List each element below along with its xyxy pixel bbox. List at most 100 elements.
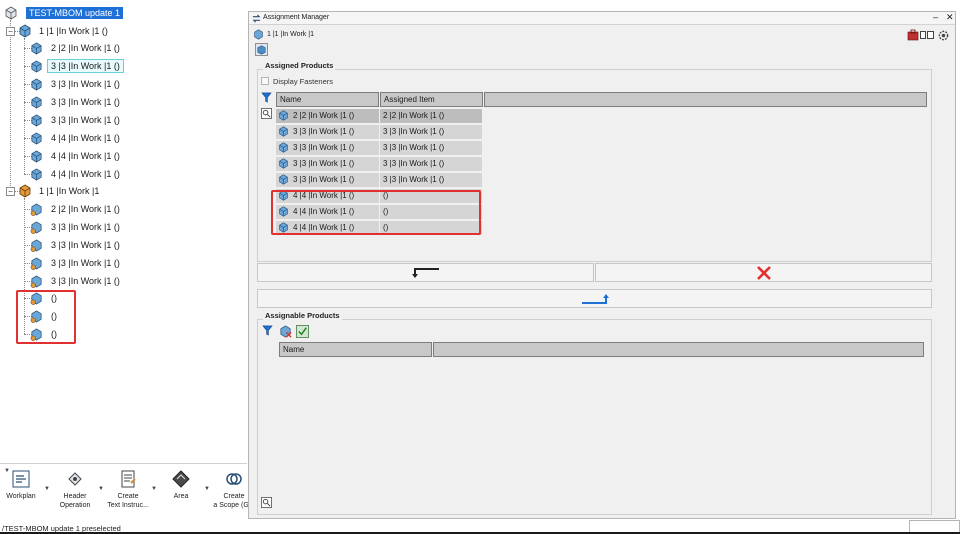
toolbar-area-button[interactable]: Area (162, 470, 200, 501)
tree-item-label: 3 |3 |In Work |1 () (51, 115, 120, 125)
tree-root[interactable]: TEST-MBOM update 1 (4, 5, 124, 21)
tree-item[interactable]: 3 |3 |In Work |1 () (30, 273, 123, 289)
operation-part-icon (30, 256, 42, 270)
toolbar-label: Header Operation (59, 493, 91, 509)
col-header-name[interactable]: Name (279, 342, 432, 357)
filter-icon[interactable] (261, 92, 272, 103)
toolbar-workplan-button[interactable]: Workplan (2, 470, 40, 501)
display-fasteners-label: Display Fasteners (273, 77, 334, 86)
assigned-products-title: Assigned Products (263, 61, 336, 70)
tree-item-label: 2 |2 |In Work |1 () (51, 204, 120, 214)
tree-item[interactable]: 3 |3 |In Work |1 () (30, 76, 123, 92)
tree-item[interactable]: 3 |3 |In Work |1 () (30, 255, 123, 271)
toolbar-label: Workplan (6, 493, 36, 500)
row-name-cell: 3 |3 |In Work |1 () (276, 157, 379, 172)
tree-item[interactable]: 3 |3 |In Work |1 () (30, 237, 123, 253)
filter-icon[interactable] (262, 325, 273, 336)
tree-item-label: 3 |3 |In Work |1 () (47, 59, 124, 73)
select-all-icon[interactable] (296, 325, 309, 338)
tree-node-label: 1 |1 |In Work |1 (39, 186, 100, 196)
context-label: 1 |1 |In Work |1 (267, 31, 314, 38)
col-header-filler (433, 342, 924, 357)
remove-filter-icon[interactable] (279, 325, 292, 338)
tree-node-group2[interactable]: 1 |1 |In Work |1 (18, 183, 102, 199)
toolbar-text-instruction-button[interactable]: Create Text Instruc... (106, 470, 150, 510)
tree-item[interactable]: 2 |2 |In Work |1 () (30, 201, 123, 217)
row-assigned-cell: 3 |3 |In Work |1 () (380, 173, 482, 188)
search-list-icon[interactable] (261, 108, 272, 119)
toolbar-label: Create Text Instruc... (107, 493, 149, 509)
part-icon (31, 41, 42, 55)
gear-icon[interactable] (937, 29, 950, 42)
dialog-title: Assignment Manager (263, 14, 330, 21)
text-instruction-icon (121, 470, 136, 488)
operation-part-icon (30, 274, 42, 288)
part-icon (31, 149, 42, 163)
root-node-icon (5, 6, 17, 20)
row-name-cell: 3 |3 |In Work |1 () (276, 125, 379, 140)
tree-item[interactable]: 3 |3 |In Work |1 () (30, 112, 123, 128)
tree-item[interactable]: 3 |3 |In Work |1 () (30, 58, 124, 74)
col-header-name[interactable]: Name (276, 92, 379, 107)
highlight-box-unassigned-tree (16, 290, 76, 344)
tree-node-label: 1 |1 |In Work |1 () (39, 26, 108, 36)
context-product-icon (254, 29, 263, 40)
row-name-cell: 3 |3 |In Work |1 () (276, 173, 379, 188)
tree-item[interactable]: 3 |3 |In Work |1 () (30, 94, 123, 110)
assignment-manager-dialog: Assignment Manager – ✕ 1 |1 |In Work |1 … (248, 11, 956, 519)
close-icon[interactable]: ✕ (946, 12, 954, 23)
assignable-products-title: Assignable Products (263, 311, 342, 320)
part-icon (31, 95, 42, 109)
tree-node-group1[interactable]: 1 |1 |In Work |1 () (18, 23, 111, 39)
part-icon (279, 126, 288, 137)
tree-item-label: 3 |3 |In Work |1 () (51, 276, 120, 286)
area-icon (172, 470, 190, 488)
tree-item[interactable]: 4 |4 |In Work |1 () (30, 130, 123, 146)
tree-item-label: 3 |3 |In Work |1 () (51, 222, 120, 232)
workplan-node-icon (19, 184, 31, 198)
toolbar-header-operation-button[interactable]: Header Operation (53, 470, 97, 510)
operation-part-icon (30, 238, 42, 252)
toolbar-dropdown-arrow[interactable]: ▼ (204, 486, 210, 492)
toolbar-dropdown-arrow[interactable]: ▼ (44, 486, 50, 492)
tree-item[interactable]: 2 |2 |In Work |1 () (30, 40, 123, 56)
header-operation-icon (68, 472, 82, 486)
toolbar-label: Area (173, 493, 189, 500)
tree-item[interactable]: 4 |4 |In Work |1 () (30, 148, 123, 164)
select-product-icon[interactable] (255, 43, 268, 56)
part-icon (279, 142, 288, 153)
remove-button[interactable] (595, 263, 932, 282)
part-icon (31, 113, 42, 127)
col-header-assigned-item[interactable]: Assigned Item (380, 92, 483, 107)
part-icon (279, 158, 288, 169)
tree-item[interactable]: 3 |3 |In Work |1 () (30, 219, 123, 235)
search-list-icon[interactable] (261, 497, 272, 508)
collapse-toggle[interactable]: − (6, 187, 15, 196)
row-assigned-cell: 2 |2 |In Work |1 () (380, 109, 482, 124)
settings-toolbox-icon[interactable] (907, 29, 919, 41)
tree-item-label: 4 |4 |In Work |1 () (51, 151, 120, 161)
minimize-icon[interactable]: – (933, 12, 938, 22)
part-icon (31, 131, 42, 145)
display-fasteners-checkbox[interactable] (261, 77, 269, 85)
tree-item-label: 4 |4 |In Work |1 () (51, 169, 120, 179)
dialog-app-icon (252, 14, 261, 23)
toolbar-dropdown-arrow[interactable]: ▼ (151, 486, 157, 492)
assign-button[interactable] (257, 289, 932, 308)
view-options-icon[interactable] (920, 31, 934, 39)
toolbar-dropdown-arrow[interactable]: ▼ (98, 486, 104, 492)
operation-part-icon (30, 220, 42, 234)
arrow-left-down-icon (411, 267, 439, 278)
tree-item[interactable]: 4 |4 |In Work |1 () (30, 166, 123, 182)
dialog-titlebar[interactable]: Assignment Manager – ✕ (249, 12, 955, 25)
tree-item-label: 3 |3 |In Work |1 () (51, 79, 120, 89)
tree-root-label: TEST-MBOM update 1 (26, 7, 124, 19)
tree-item-label: 4 |4 |In Work |1 () (51, 133, 120, 143)
unassign-button[interactable] (257, 263, 594, 282)
part-icon (31, 167, 42, 181)
row-assigned-cell: 3 |3 |In Work |1 () (380, 125, 482, 140)
collapse-toggle[interactable]: − (6, 27, 15, 36)
highlight-box-unassigned-rows (271, 190, 481, 235)
row-name-cell: 3 |3 |In Work |1 () (276, 141, 379, 156)
operation-part-icon (30, 202, 42, 216)
